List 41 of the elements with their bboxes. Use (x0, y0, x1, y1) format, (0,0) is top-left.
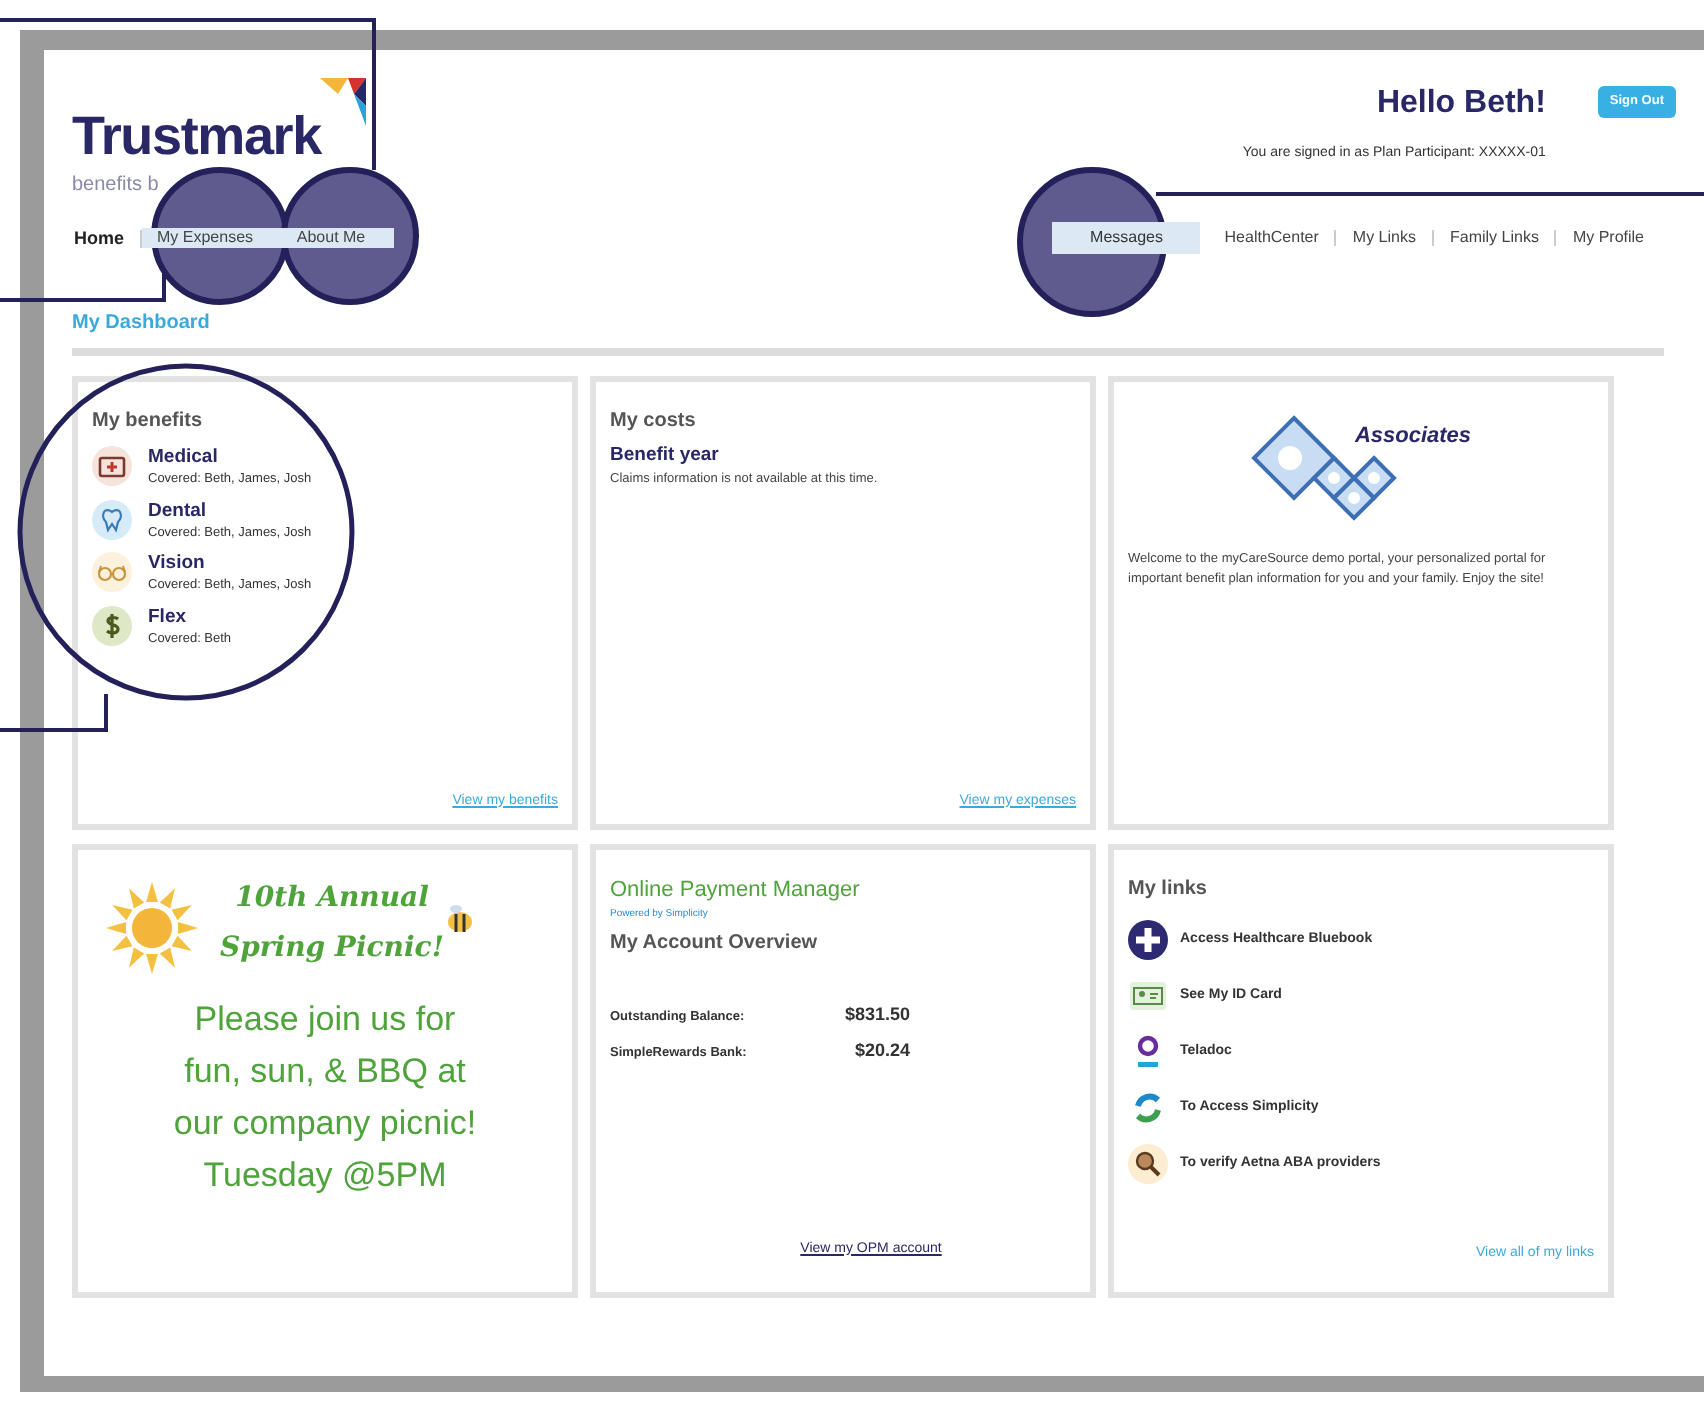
balance-value: $831.50 (844, 1002, 910, 1028)
logo-wordmark: Trustmark (72, 110, 321, 164)
card-title: My links (1128, 876, 1209, 904)
callout-circle (151, 167, 289, 305)
card-title: My costs (610, 408, 698, 436)
nav-link[interactable]: Family Links (1433, 230, 1557, 246)
nav-link[interactable]: My Expenses (142, 228, 269, 248)
card-title: My Account Overview (610, 930, 820, 958)
page-title: My Dashboard (72, 310, 210, 338)
flyer-title: 10th Annual (235, 880, 429, 918)
logo-tagline: benefits b (72, 172, 161, 200)
glasses-icon (92, 552, 132, 593)
card-title: My benefits (92, 408, 205, 436)
greeting: Hello Beth! (1376, 84, 1546, 124)
magnifier-icon (1128, 1144, 1168, 1184)
id-card-icon (1128, 976, 1168, 1016)
nav-link[interactable]: HealthCenter (1208, 230, 1337, 246)
benefit-link[interactable]: Vision (148, 552, 312, 577)
benefit-link[interactable]: Medical (148, 446, 312, 470)
benefit-link[interactable]: Flex (148, 605, 232, 630)
payment-brand: Online Payment Manager (610, 876, 862, 906)
flyer-title: Spring Picnic! (220, 930, 444, 968)
dollar-icon (92, 605, 132, 646)
nav-link[interactable]: My Profile (1556, 230, 1660, 246)
callout-line (0, 694, 108, 732)
flyer-text: Tuesday @5PM (203, 1154, 447, 1198)
nav-link[interactable]: About Me (268, 228, 395, 248)
nav-link[interactable]: Messages (1052, 222, 1201, 254)
callout-circle (281, 167, 419, 305)
flyer-text: Please join us for (194, 998, 456, 1042)
nav-link[interactable]: My Links (1336, 230, 1434, 246)
flyer-text: our company picnic! (173, 1102, 477, 1146)
balance-value: $20.24 (854, 1037, 910, 1063)
card-subtitle: Benefit year (610, 442, 721, 470)
associates-wordmark: Associates (1354, 422, 1472, 452)
benefit-link[interactable]: Dental (148, 499, 312, 523)
medical-kit-icon (92, 446, 132, 486)
flyer-text: fun, sun, & BBQ at (184, 1050, 466, 1094)
tooth-icon (92, 499, 132, 540)
bee-icon (443, 902, 476, 934)
cross-icon (1128, 920, 1168, 960)
